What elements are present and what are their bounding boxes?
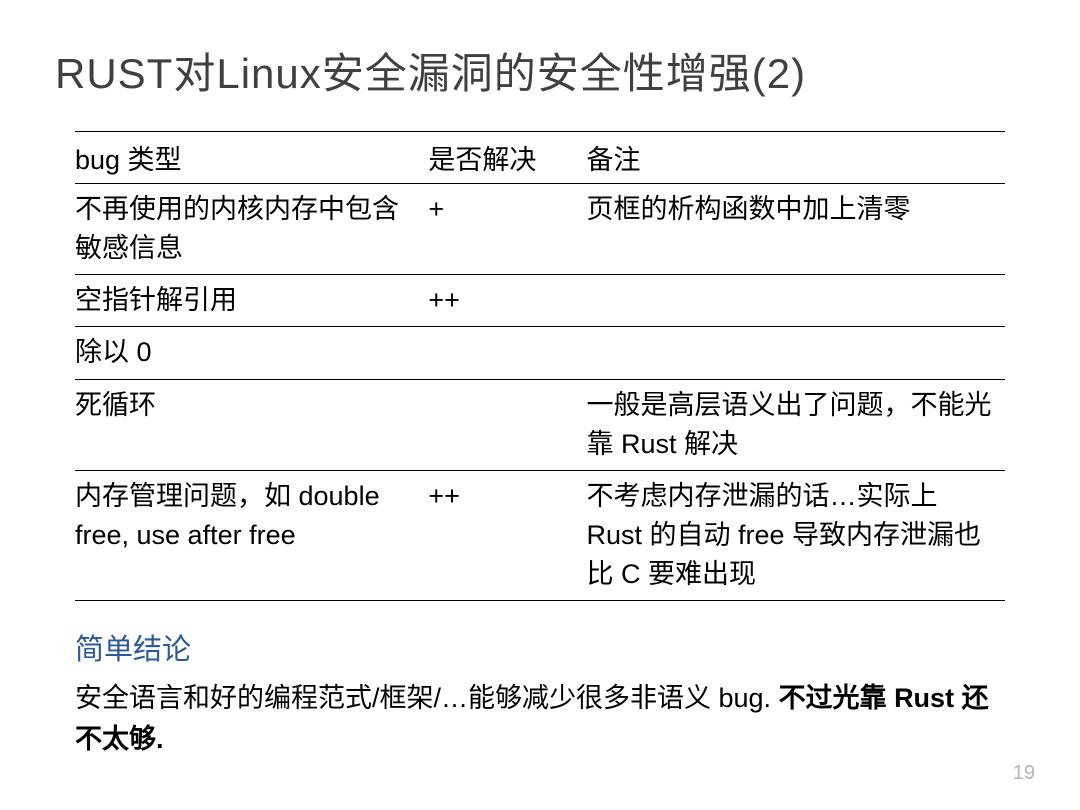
cell-bug-type: 内存管理问题，如 double free, use after free	[75, 470, 428, 600]
cell-solved	[428, 327, 586, 379]
cell-bug-type: 死循环	[75, 379, 428, 470]
table-row: 空指针解引用 ++	[75, 275, 1005, 327]
conclusion-heading: 简单结论	[75, 626, 1005, 668]
table-row: 不再使用的内核内存中包含敏感信息 + 页框的析构函数中加上清零	[75, 184, 1005, 275]
slide-title: RUST对Linux安全漏洞的安全性增强(2)	[55, 40, 1025, 101]
cell-bug-type: 不再使用的内核内存中包含敏感信息	[75, 184, 428, 275]
table-header-row: bug 类型 是否解决 备注	[75, 132, 1005, 184]
cell-note	[586, 275, 1005, 327]
conclusion-body: 安全语言和好的编程范式/框架/…能够减少很多非语义 bug. 不过光靠 Rust…	[75, 678, 1005, 759]
header-solved: 是否解决	[428, 132, 586, 184]
cell-note: 一般是高层语义出了问题，不能光靠 Rust 解决	[586, 379, 1005, 470]
table-row: 除以 0	[75, 327, 1005, 379]
table-row: 死循环 一般是高层语义出了问题，不能光靠 Rust 解决	[75, 379, 1005, 470]
cell-solved: ++	[428, 470, 586, 600]
cell-note: 不考虑内存泄漏的话…实际上 Rust 的自动 free 导致内存泄漏也比 C 要…	[586, 470, 1005, 600]
cell-solved: ++	[428, 275, 586, 327]
bug-table: bug 类型 是否解决 备注 不再使用的内核内存中包含敏感信息 + 页框的析构函…	[75, 131, 1005, 601]
cell-note: 页框的析构函数中加上清零	[586, 184, 1005, 275]
cell-note	[586, 327, 1005, 379]
header-bug-type: bug 类型	[75, 132, 428, 184]
header-note: 备注	[586, 132, 1005, 184]
cell-solved	[428, 379, 586, 470]
cell-solved: +	[428, 184, 586, 275]
page-number: 19	[1013, 762, 1035, 785]
conclusion-text-pre: 安全语言和好的编程范式/框架/…能够减少很多非语义 bug.	[75, 683, 779, 713]
cell-bug-type: 除以 0	[75, 327, 428, 379]
content-area: bug 类型 是否解决 备注 不再使用的内核内存中包含敏感信息 + 页框的析构函…	[55, 131, 1025, 759]
table-row: 内存管理问题，如 double free, use after free ++ …	[75, 470, 1005, 600]
cell-bug-type: 空指针解引用	[75, 275, 428, 327]
